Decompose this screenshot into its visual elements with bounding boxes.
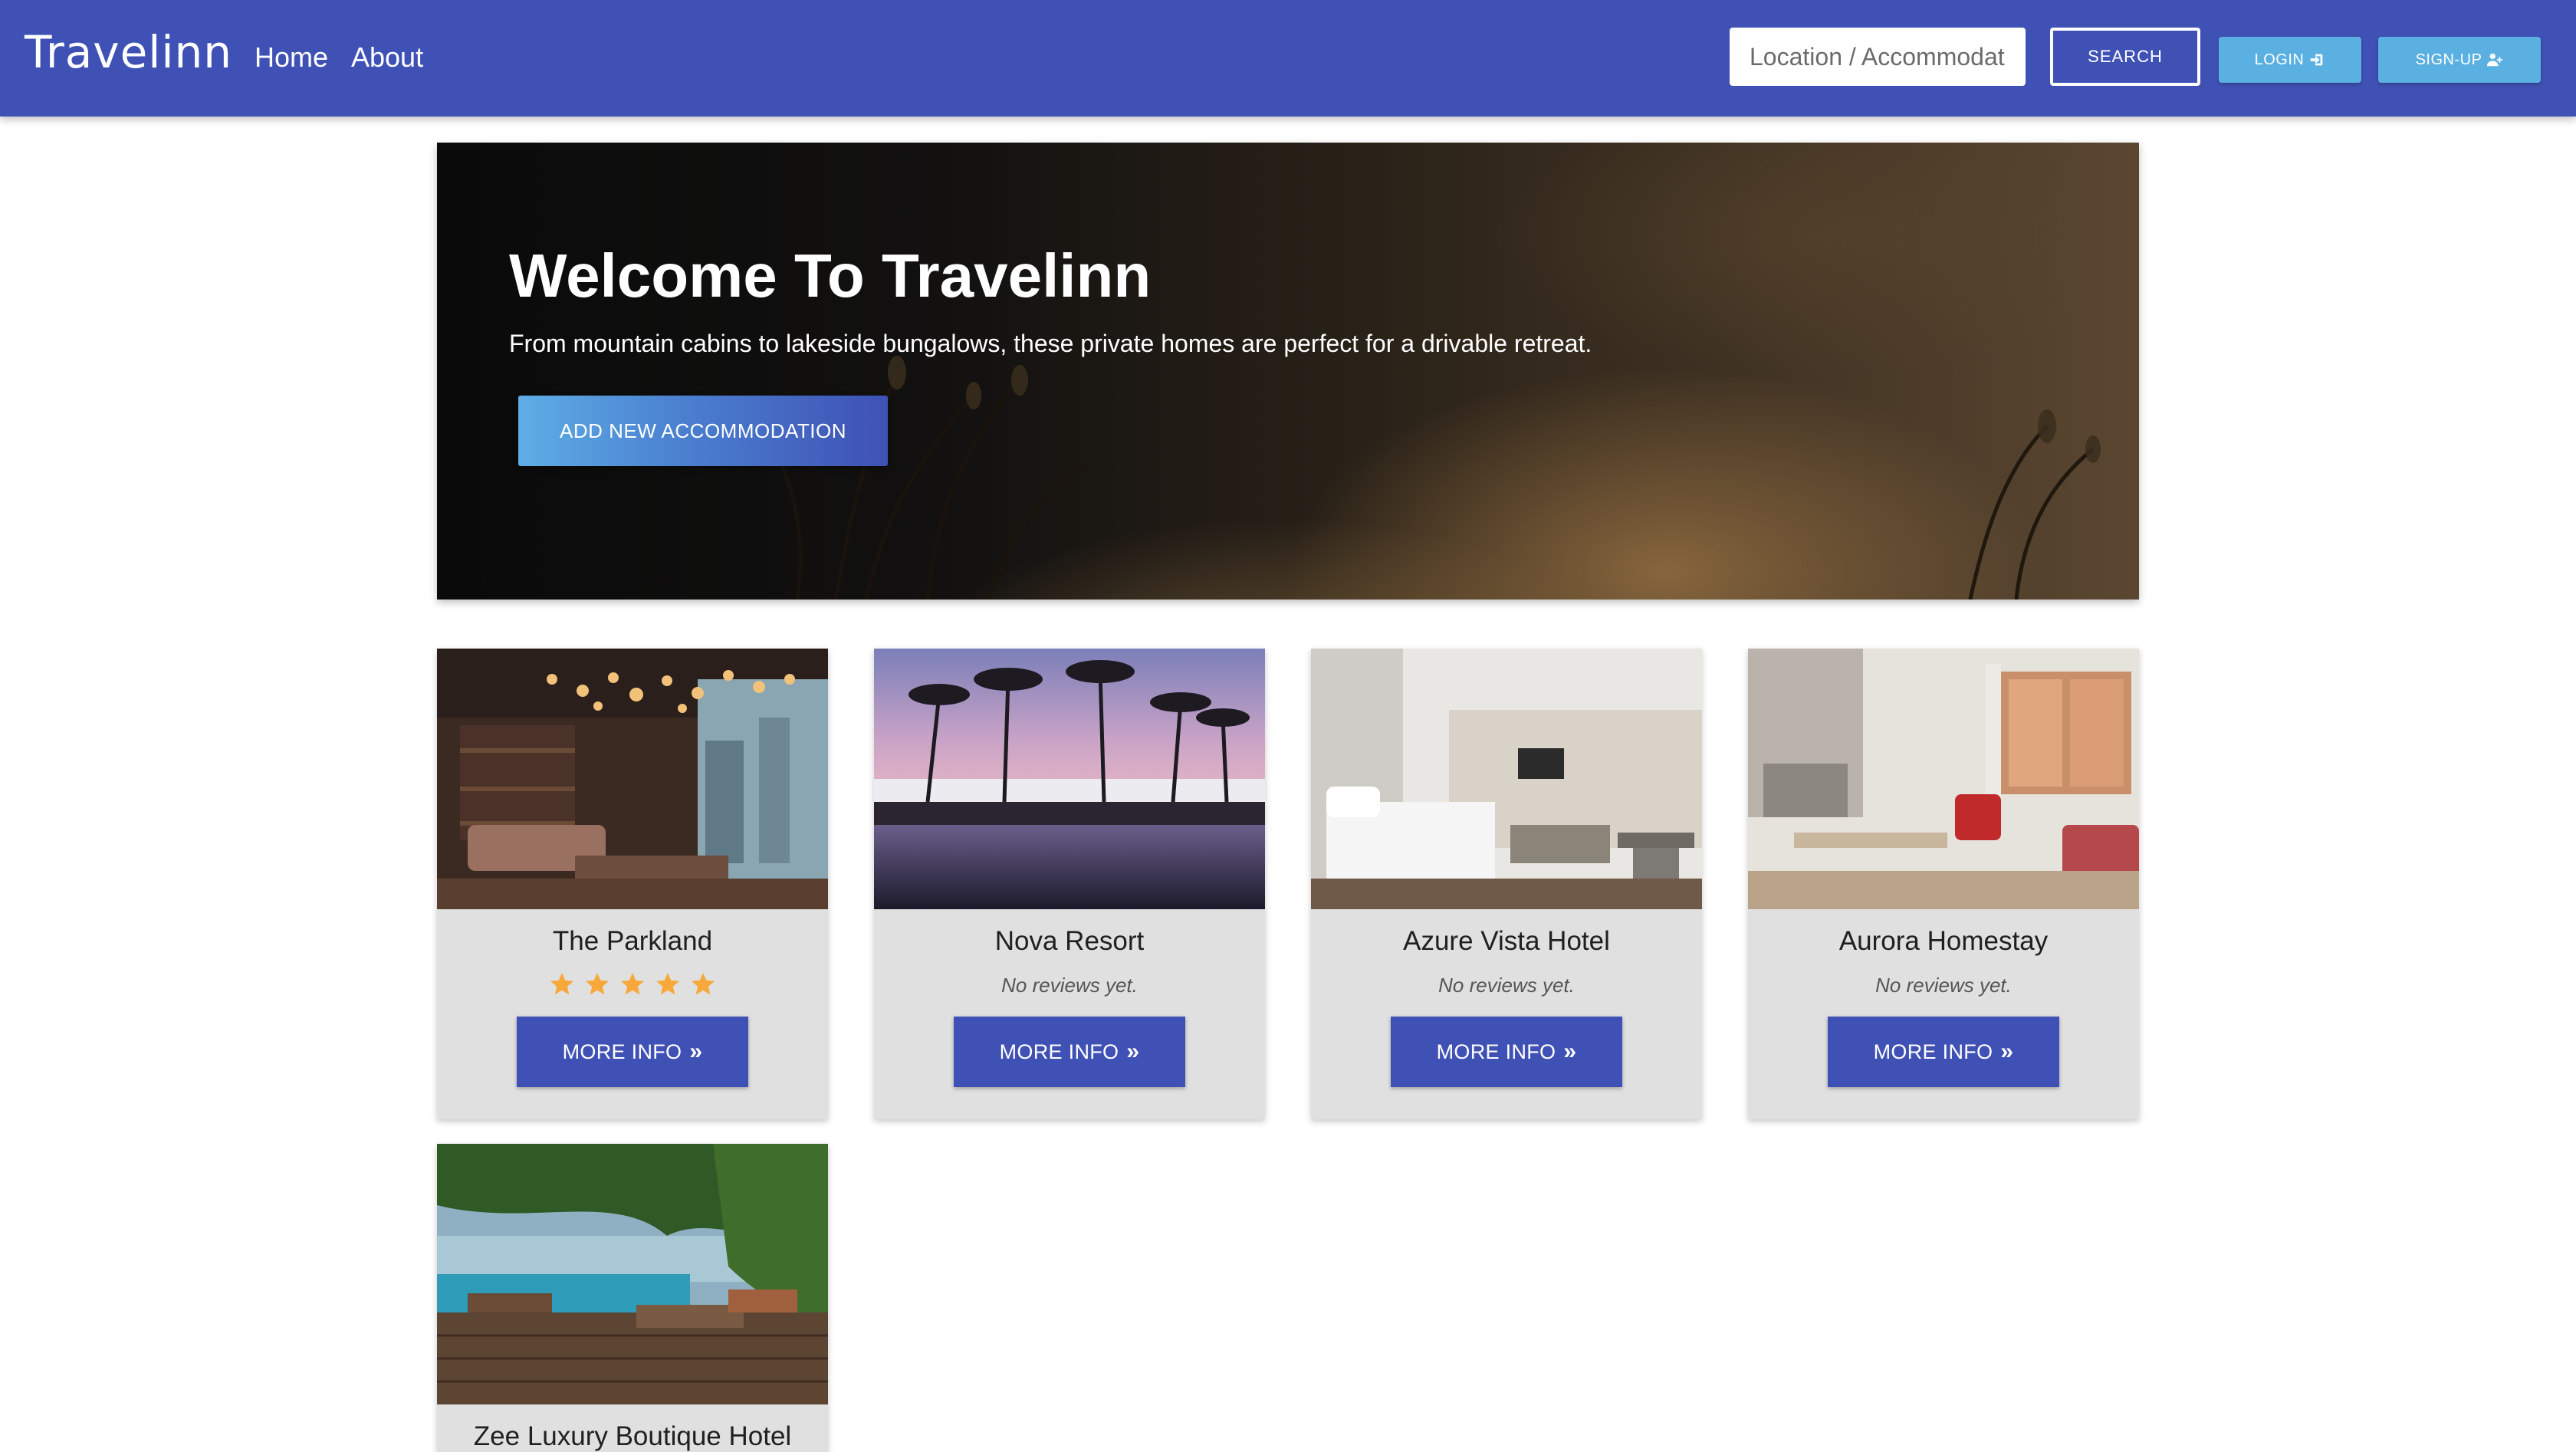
search-input[interactable] [1730,28,2026,86]
apartment-living-room-photo[interactable] [1748,649,2139,909]
login-label: LOGIN [2254,51,2305,68]
accommodation-card-nova-resort: Nova Resort No reviews yet. MORE INFO » [874,649,1265,1119]
double-chevron-right-icon: » [1563,1039,1577,1064]
sign-in-icon [2311,54,2323,66]
star-icon [586,973,609,995]
signup-label: SIGN-UP [2415,51,2482,68]
nav-link-about[interactable]: About [351,41,423,74]
no-reviews-text: No reviews yet. [1875,974,2012,997]
no-reviews-text: No reviews yet. [1001,974,1138,997]
card-title: Azure Vista Hotel [1403,926,1610,956]
star-icon [550,973,573,995]
search-button[interactable]: SEARCH [2050,28,2200,86]
accommodation-card-parkland: The Parkland MORE INFO » [437,649,828,1119]
card-title: Aurora Homestay [1838,926,2049,956]
hero-banner: Welcome To Travelinn From mountain cabin… [437,143,2139,600]
double-chevron-right-icon: » [689,1039,703,1064]
more-info-label: MORE INFO [562,1040,682,1063]
more-info-button[interactable]: MORE INFO » [1391,1017,1622,1087]
star-rating [437,971,828,1001]
star-icon [656,973,679,995]
more-info-label: MORE INFO [1873,1040,1993,1063]
hotel-bedroom-photo[interactable] [1311,649,1702,909]
hotel-lounge-photo[interactable] [437,649,828,909]
double-chevron-right-icon: » [2000,1039,2014,1064]
accommodation-card-azure-vista: Azure Vista Hotel No reviews yet. MORE I… [1311,649,1702,1119]
card-title: Zee Luxury Boutique Hotel [473,1421,792,1451]
login-button[interactable]: LOGIN [2219,37,2361,83]
resort-pool-palms-photo[interactable] [874,649,1265,909]
signup-button[interactable]: SIGN-UP [2378,37,2541,83]
brand-logo[interactable]: Travelinn [25,26,232,78]
hero-title: Welcome To Travelinn [509,241,1152,310]
more-info-button[interactable]: MORE INFO » [954,1017,1185,1087]
more-info-button[interactable]: MORE INFO » [1828,1017,2059,1087]
hero-background-image [772,356,2101,600]
card-title: The Parkland [552,926,713,956]
no-reviews-text: No reviews yet. [1438,974,1575,997]
user-plus-icon [2487,53,2503,67]
accommodation-card-zee-luxury: Zee Luxury Boutique Hotel [437,1144,828,1452]
star-icon [621,973,644,995]
accommodation-card-aurora-homestay: Aurora Homestay No reviews yet. MORE INF… [1748,649,2139,1119]
more-info-label: MORE INFO [1436,1040,1556,1063]
star-icon [692,973,715,995]
tropical-pool-deck-photo[interactable] [437,1144,828,1404]
more-info-button[interactable]: MORE INFO » [517,1017,748,1087]
top-navbar: Travelinn Home About SEARCH LOGIN SIGN-U… [0,0,2576,117]
card-title: Nova Resort [994,926,1145,956]
double-chevron-right-icon: » [1126,1039,1140,1064]
add-accommodation-button[interactable]: ADD NEW ACCOMMODATION [518,396,888,466]
hero-subtitle: From mountain cabins to lakeside bungalo… [509,330,1592,357]
more-info-label: MORE INFO [999,1040,1119,1063]
nav-link-home[interactable]: Home [255,41,328,74]
